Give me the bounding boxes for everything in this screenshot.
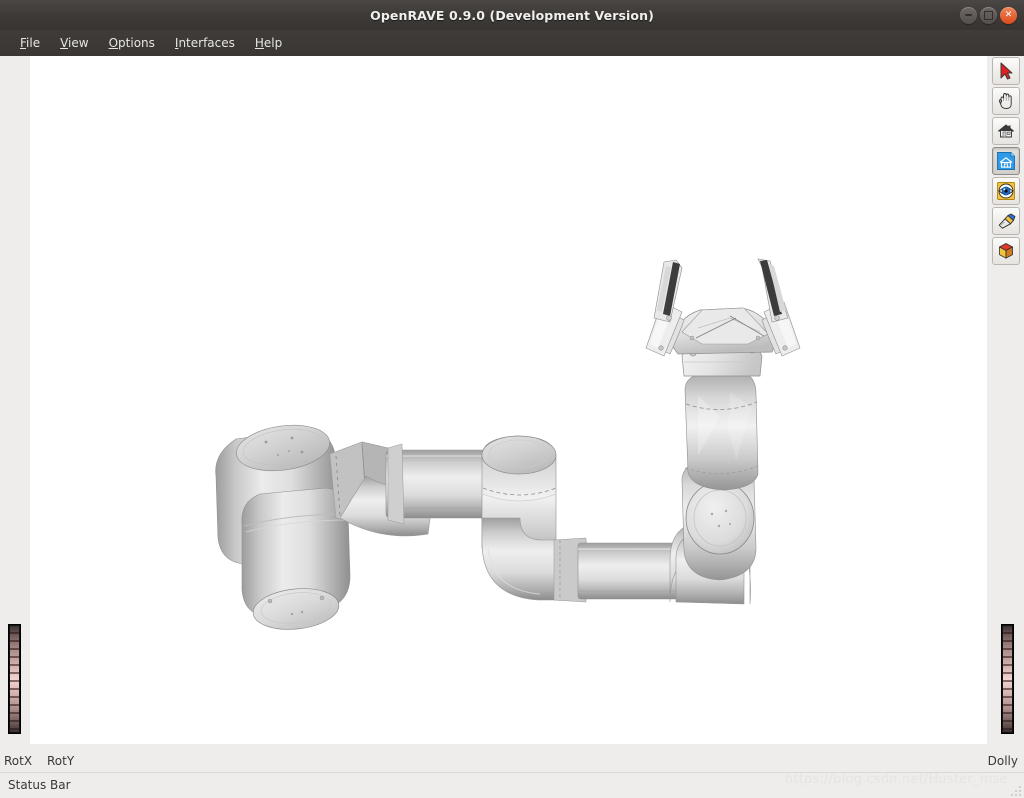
robot-wrist-assembly bbox=[669, 343, 763, 605]
3d-viewport[interactable] bbox=[30, 56, 987, 744]
robot-elbow-joint bbox=[481, 435, 587, 603]
title-bar: OpenRAVE 0.9.0 (Development Version) ✕ bbox=[0, 0, 1024, 31]
rotx-thumbwheel[interactable] bbox=[8, 624, 21, 734]
window-title: OpenRAVE 0.9.0 (Development Version) bbox=[370, 7, 654, 23]
minimize-icon bbox=[965, 14, 972, 16]
flashlight-icon bbox=[998, 213, 1015, 229]
resize-grip[interactable] bbox=[1008, 783, 1021, 796]
hand-icon bbox=[998, 93, 1012, 109]
rotx-thumbwheel-ribs bbox=[10, 626, 19, 732]
cube-icon bbox=[998, 243, 1013, 259]
window-controls: ✕ bbox=[960, 0, 1017, 30]
status-bar-text: Status Bar bbox=[8, 778, 71, 792]
close-icon: ✕ bbox=[1004, 9, 1013, 20]
robot-gripper bbox=[645, 258, 801, 357]
menu-item-help[interactable]: Help bbox=[245, 33, 292, 53]
home-icon bbox=[997, 124, 1014, 138]
minimize-button[interactable] bbox=[960, 6, 977, 24]
menu-item-interfaces[interactable]: Interfaces bbox=[165, 33, 245, 53]
set-home-icon bbox=[996, 152, 1015, 170]
arrow-cursor-icon bbox=[1000, 62, 1012, 80]
dolly-thumbwheel[interactable] bbox=[1001, 624, 1014, 734]
pick-mode-button[interactable] bbox=[991, 57, 1020, 85]
home-view-button[interactable] bbox=[991, 117, 1020, 145]
watermark-text: https://blog.csdn.net/Huster_mse bbox=[785, 772, 1008, 787]
menu-item-file[interactable]: File bbox=[10, 33, 50, 53]
openrave-window: OpenRAVE 0.9.0 (Development Version) ✕ F… bbox=[0, 0, 1024, 798]
maximize-icon bbox=[984, 10, 993, 20]
perspective-toggle-button[interactable] bbox=[991, 237, 1020, 265]
menu-item-view[interactable]: View bbox=[50, 33, 98, 53]
seek-button[interactable] bbox=[991, 207, 1020, 235]
view-all-eye-icon bbox=[996, 182, 1015, 200]
camera-control-strip: RotX RotY Dolly bbox=[0, 750, 1024, 772]
menu-bar: File View Options Interfaces Help bbox=[0, 30, 1024, 56]
dolly-label: Dolly bbox=[987, 754, 1018, 768]
maximize-button[interactable] bbox=[980, 6, 997, 24]
set-home-view-button[interactable] bbox=[991, 147, 1020, 175]
rotx-label: RotX bbox=[4, 754, 33, 768]
roty-label: RotY bbox=[47, 754, 75, 768]
menu-item-options[interactable]: Options bbox=[99, 33, 165, 53]
view-mode-button[interactable] bbox=[991, 87, 1020, 115]
dolly-thumbwheel-ribs bbox=[1003, 626, 1012, 732]
robot-arm-render bbox=[215, 258, 801, 630]
view-all-button[interactable] bbox=[991, 177, 1020, 205]
close-button[interactable]: ✕ bbox=[1000, 6, 1017, 24]
